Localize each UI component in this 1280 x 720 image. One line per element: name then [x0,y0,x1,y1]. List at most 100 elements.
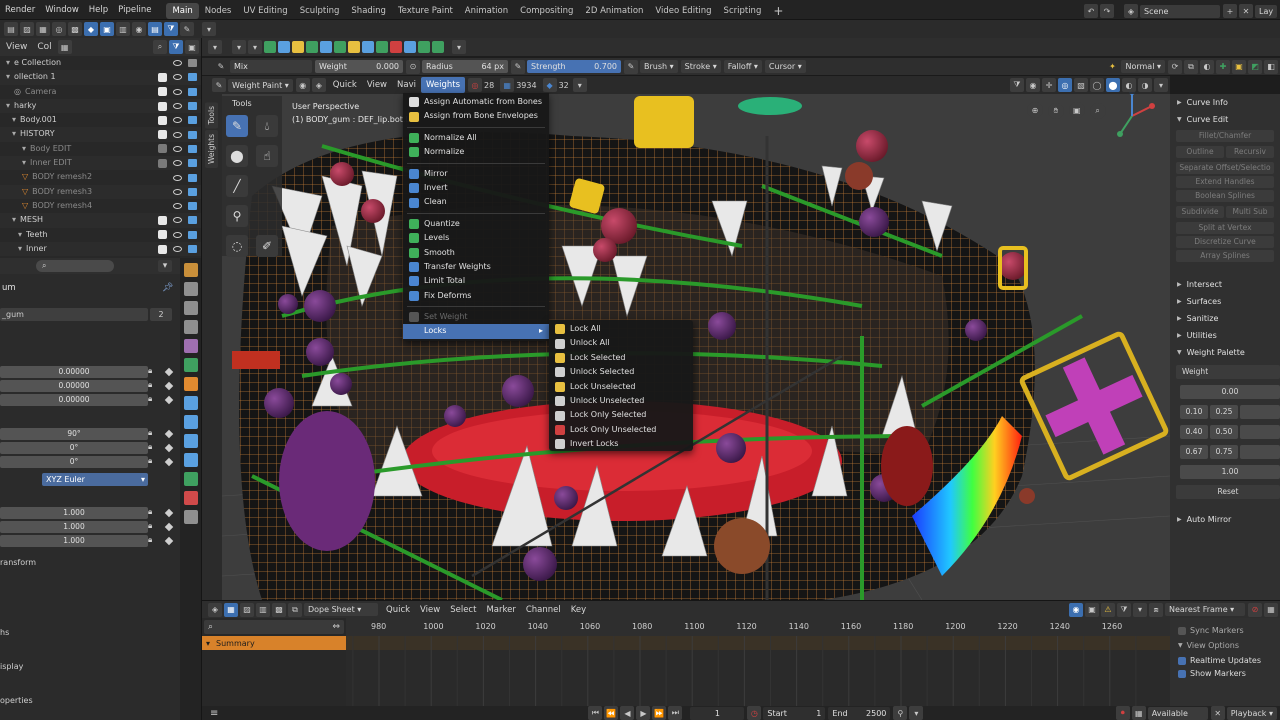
render-tab-icon[interactable] [184,282,198,296]
texture-tab-icon[interactable] [184,510,198,524]
brush-menu[interactable]: Brush ▾ [640,60,678,73]
strength-field[interactable]: Strength 0.700 [527,60,621,73]
menu-window[interactable]: Window [40,0,84,20]
blue-mode-icon-2[interactable] [320,41,332,53]
lock-icon[interactable]: 🔒︎ [148,521,152,531]
sync-markers-checkbox[interactable] [1178,626,1186,635]
menu-help[interactable]: Help [84,0,113,20]
prev-keyframe-icon[interactable]: ⏪ [604,706,619,720]
collection-icon[interactable]: ▾ [6,70,10,84]
menu-item-lock-all[interactable]: Lock All [549,322,693,336]
show-errors-icon[interactable]: ⚠ [1101,602,1115,617]
visibility-eye-icon[interactable] [173,246,182,252]
dope-editor-type-icon[interactable]: ◈ [208,602,222,617]
visibility-eye-icon[interactable] [173,160,182,167]
jump-end-icon[interactable]: ⏭ [668,706,683,720]
visibility-eye-icon[interactable] [173,60,182,67]
dope-icon-4[interactable]: ▩ [272,602,286,617]
brush-icon[interactable]: ✎ [180,22,194,36]
more-dropdown-icon[interactable]: ▾ [572,78,587,92]
collection-icon[interactable]: ▾ [18,228,22,242]
redo-icon[interactable]: ↷ [1100,4,1114,18]
palette-value-7[interactable]: 1.00 [1180,465,1280,479]
new-collection-icon[interactable]: ▣ [185,40,199,54]
collection-icon[interactable]: ▽ [22,185,28,199]
show-hidden-icon[interactable]: ▣ [1085,602,1099,617]
render-monitor-icon[interactable] [188,73,197,82]
blue-mode-icon[interactable] [278,41,290,53]
preview-range-icon[interactable]: ◷ [747,706,762,720]
dope-filter-icon[interactable]: ⧩ [1117,602,1131,617]
keying-set-clear-icon[interactable]: ✕ [1210,706,1225,720]
outliner-row[interactable]: ▾ Teeth [0,228,201,242]
particles-tab-icon[interactable] [184,415,198,429]
orientation-icon[interactable]: ✦ [1105,60,1119,74]
tab-compositing[interactable]: Compositing [514,3,579,19]
annotate-icon[interactable]: ✐ [256,235,278,257]
blur-brush-icon[interactable]: 💧︎ [256,115,278,137]
stack-icon[interactable]: ▤ [148,22,162,36]
view-options-panel[interactable]: ▼ View Options [1178,641,1272,650]
undo-icon[interactable]: ↶ [1084,4,1098,18]
subdivide-button[interactable]: Subdivide [1176,206,1224,218]
3d-viewport[interactable]: User Perspective (1) BODY_gum : DEF_lip.… [222,76,1170,600]
next-keyframe-icon[interactable]: ⏩ [652,706,667,720]
collection-icon[interactable]: ▾ [22,156,26,170]
object-tab-icon[interactable] [184,377,198,391]
tab-sculpting[interactable]: Sculpting [294,3,346,19]
smear-brush-icon[interactable]: ☝︎ [256,145,278,167]
keyframe-icon[interactable] [164,522,174,532]
lock-icon[interactable]: 🔒︎ [148,456,152,466]
collection-icon[interactable]: ▽ [22,199,28,213]
render-monitor-icon[interactable] [188,159,197,168]
visibility-eye-icon[interactable] [173,117,182,124]
menu-pipeline[interactable]: Pipeline [113,0,156,20]
section-relations[interactable]: hs [0,628,9,637]
scale-y-field[interactable]: 1.000 [0,521,148,533]
menu-item-transfer-weights[interactable]: Transfer Weights [403,260,549,274]
palette-value-4[interactable]: 0.50 [1210,425,1238,439]
menu-item-smooth[interactable]: Smooth [403,246,549,260]
snap-mode-select[interactable]: Nearest Frame ▾ [1165,603,1245,616]
show-markers-option[interactable]: Show Markers [1178,669,1272,678]
red-mode-icon[interactable] [390,41,402,53]
keying-icon[interactable]: ⚲ [893,706,908,720]
view-layer-tab-icon[interactable] [184,320,198,334]
outliner-row[interactable]: ▾ ollection 1 [0,70,201,85]
green-mode-icon-3[interactable] [334,41,346,53]
outliner-row[interactable]: ▾ harky [0,98,201,114]
play-reverse-icon[interactable]: ◀ [620,706,635,720]
dope-sheet-mode-select[interactable]: Dope Sheet ▾ [304,603,378,616]
dropdown-icon-2[interactable]: ▾ [232,40,246,54]
blue-mode-icon-3[interactable] [362,41,374,53]
outliner-row[interactable]: ▾ Body.001 [0,113,201,127]
utilities-panel[interactable]: ▶ Utilities [1170,327,1280,344]
radius-unit-icon[interactable]: ⊙ [406,59,420,74]
mesh-name-field[interactable]: _gum [0,308,148,321]
lock-icon[interactable]: 🔒︎ [148,380,152,390]
keyframe-icon[interactable] [164,457,174,467]
mesh-icon[interactable]: ▦ [36,22,50,36]
pivot-icon[interactable]: ⟳ [1168,59,1182,74]
gizmo-toggle-icon[interactable]: ✛ [1042,78,1056,92]
physics-tab-icon[interactable] [184,434,198,448]
outliner-row[interactable]: ▾ MESH [0,213,201,228]
output-tab-icon[interactable] [184,301,198,315]
section-custom-properties[interactable]: operties [0,696,33,705]
scene-tab-icon[interactable] [184,339,198,353]
render-monitor-icon[interactable] [188,116,197,125]
rotation-z-field[interactable]: 0° [0,456,148,468]
palette-weight-field[interactable]: Weight [1176,365,1280,379]
data-tab-icon[interactable] [184,472,198,486]
snap-icon[interactable]: ⧉ [1184,59,1198,74]
editor-type-3d-icon[interactable]: ✎ [212,78,226,92]
dope-view-menu[interactable]: View [415,601,445,619]
weights-side-tab[interactable]: Weights [205,130,218,169]
weights-menu-button[interactable]: Weights [420,77,466,93]
dope-sheet-area[interactable]: 980 1000 1020 1040 1060 1080 1100 1120 1140 1160 1… [346,618,1170,706]
recursive-button[interactable]: Recursiv [1226,146,1274,158]
outliner-row[interactable]: ▾ Inner [0,241,201,257]
keyframe-icon[interactable] [164,381,174,391]
keyframe-icon[interactable] [164,536,174,546]
menu-item-unlock-selected[interactable]: Unlock Selected [549,365,693,379]
